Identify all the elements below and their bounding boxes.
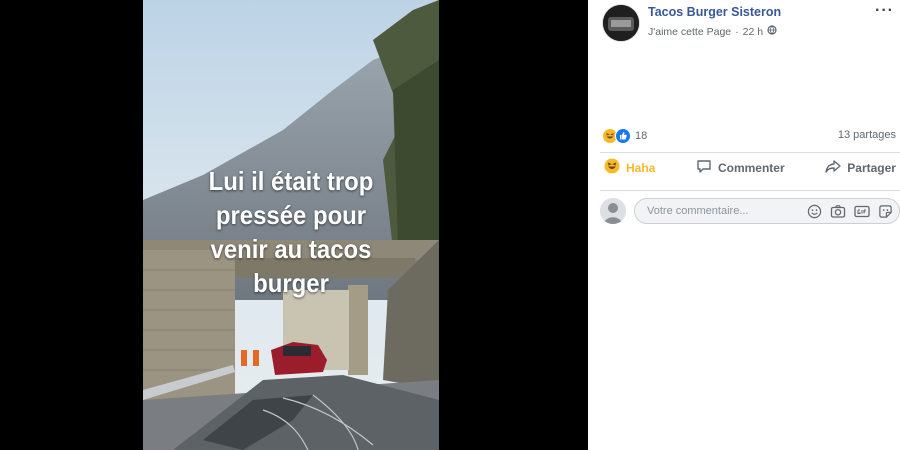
comment-label: Commenter xyxy=(717,160,785,175)
caption-line: pressée pour xyxy=(215,200,367,230)
divider xyxy=(600,190,900,191)
comment-box[interactable] xyxy=(634,198,900,224)
share-icon xyxy=(825,158,841,177)
share-button[interactable]: Partager xyxy=(821,158,900,177)
photo-caption: Lui il était trop pressée pour venir au … xyxy=(155,164,427,300)
comment-icon xyxy=(696,158,712,177)
shares-count[interactable]: 13 partages xyxy=(838,129,896,141)
comment-tools xyxy=(807,204,893,219)
more-options-button[interactable]: ··· xyxy=(875,2,894,20)
post-side-panel: Tacos Burger Sisteron J'aime cette Page … xyxy=(588,0,900,450)
emoji-icon[interactable] xyxy=(807,204,822,219)
meta-separator: · xyxy=(735,25,739,38)
post-meta: J'aime cette Page · 22 h xyxy=(648,25,777,38)
photo-viewer: Lui il était trop pressée pour venir au … xyxy=(0,0,588,450)
divider xyxy=(600,152,900,153)
comment-composer xyxy=(600,198,900,224)
share-label: Partager xyxy=(847,160,896,175)
like-page-link[interactable]: J'aime cette Page xyxy=(648,26,731,38)
page-avatar-image xyxy=(603,5,639,41)
globe-icon xyxy=(767,25,777,38)
reaction-summary[interactable]: 18 xyxy=(602,128,647,144)
post-photo[interactable]: Lui il était trop pressée pour venir au … xyxy=(143,0,439,450)
reaction-count: 18 xyxy=(635,130,648,142)
sticker-icon[interactable] xyxy=(878,204,893,219)
caption-line: Lui il était trop xyxy=(208,166,374,196)
gif-icon[interactable] xyxy=(854,204,870,219)
comment-input[interactable] xyxy=(645,204,807,218)
haha-icon xyxy=(604,158,620,177)
caption-line: burger xyxy=(253,268,329,298)
user-avatar xyxy=(600,198,626,224)
post-timestamp[interactable]: 22 h xyxy=(743,26,763,38)
post-actions: Haha Commenter Partager xyxy=(600,158,900,177)
caption-line: venir au tacos xyxy=(210,234,372,264)
page-avatar[interactable] xyxy=(602,4,640,42)
page-name-link[interactable]: Tacos Burger Sisteron xyxy=(648,5,781,19)
camera-icon[interactable] xyxy=(830,204,846,219)
comment-button[interactable]: Commenter xyxy=(692,158,789,177)
haha-button[interactable]: Haha xyxy=(600,158,659,177)
haha-label: Haha xyxy=(626,160,656,175)
like-reaction-icon xyxy=(615,128,631,144)
